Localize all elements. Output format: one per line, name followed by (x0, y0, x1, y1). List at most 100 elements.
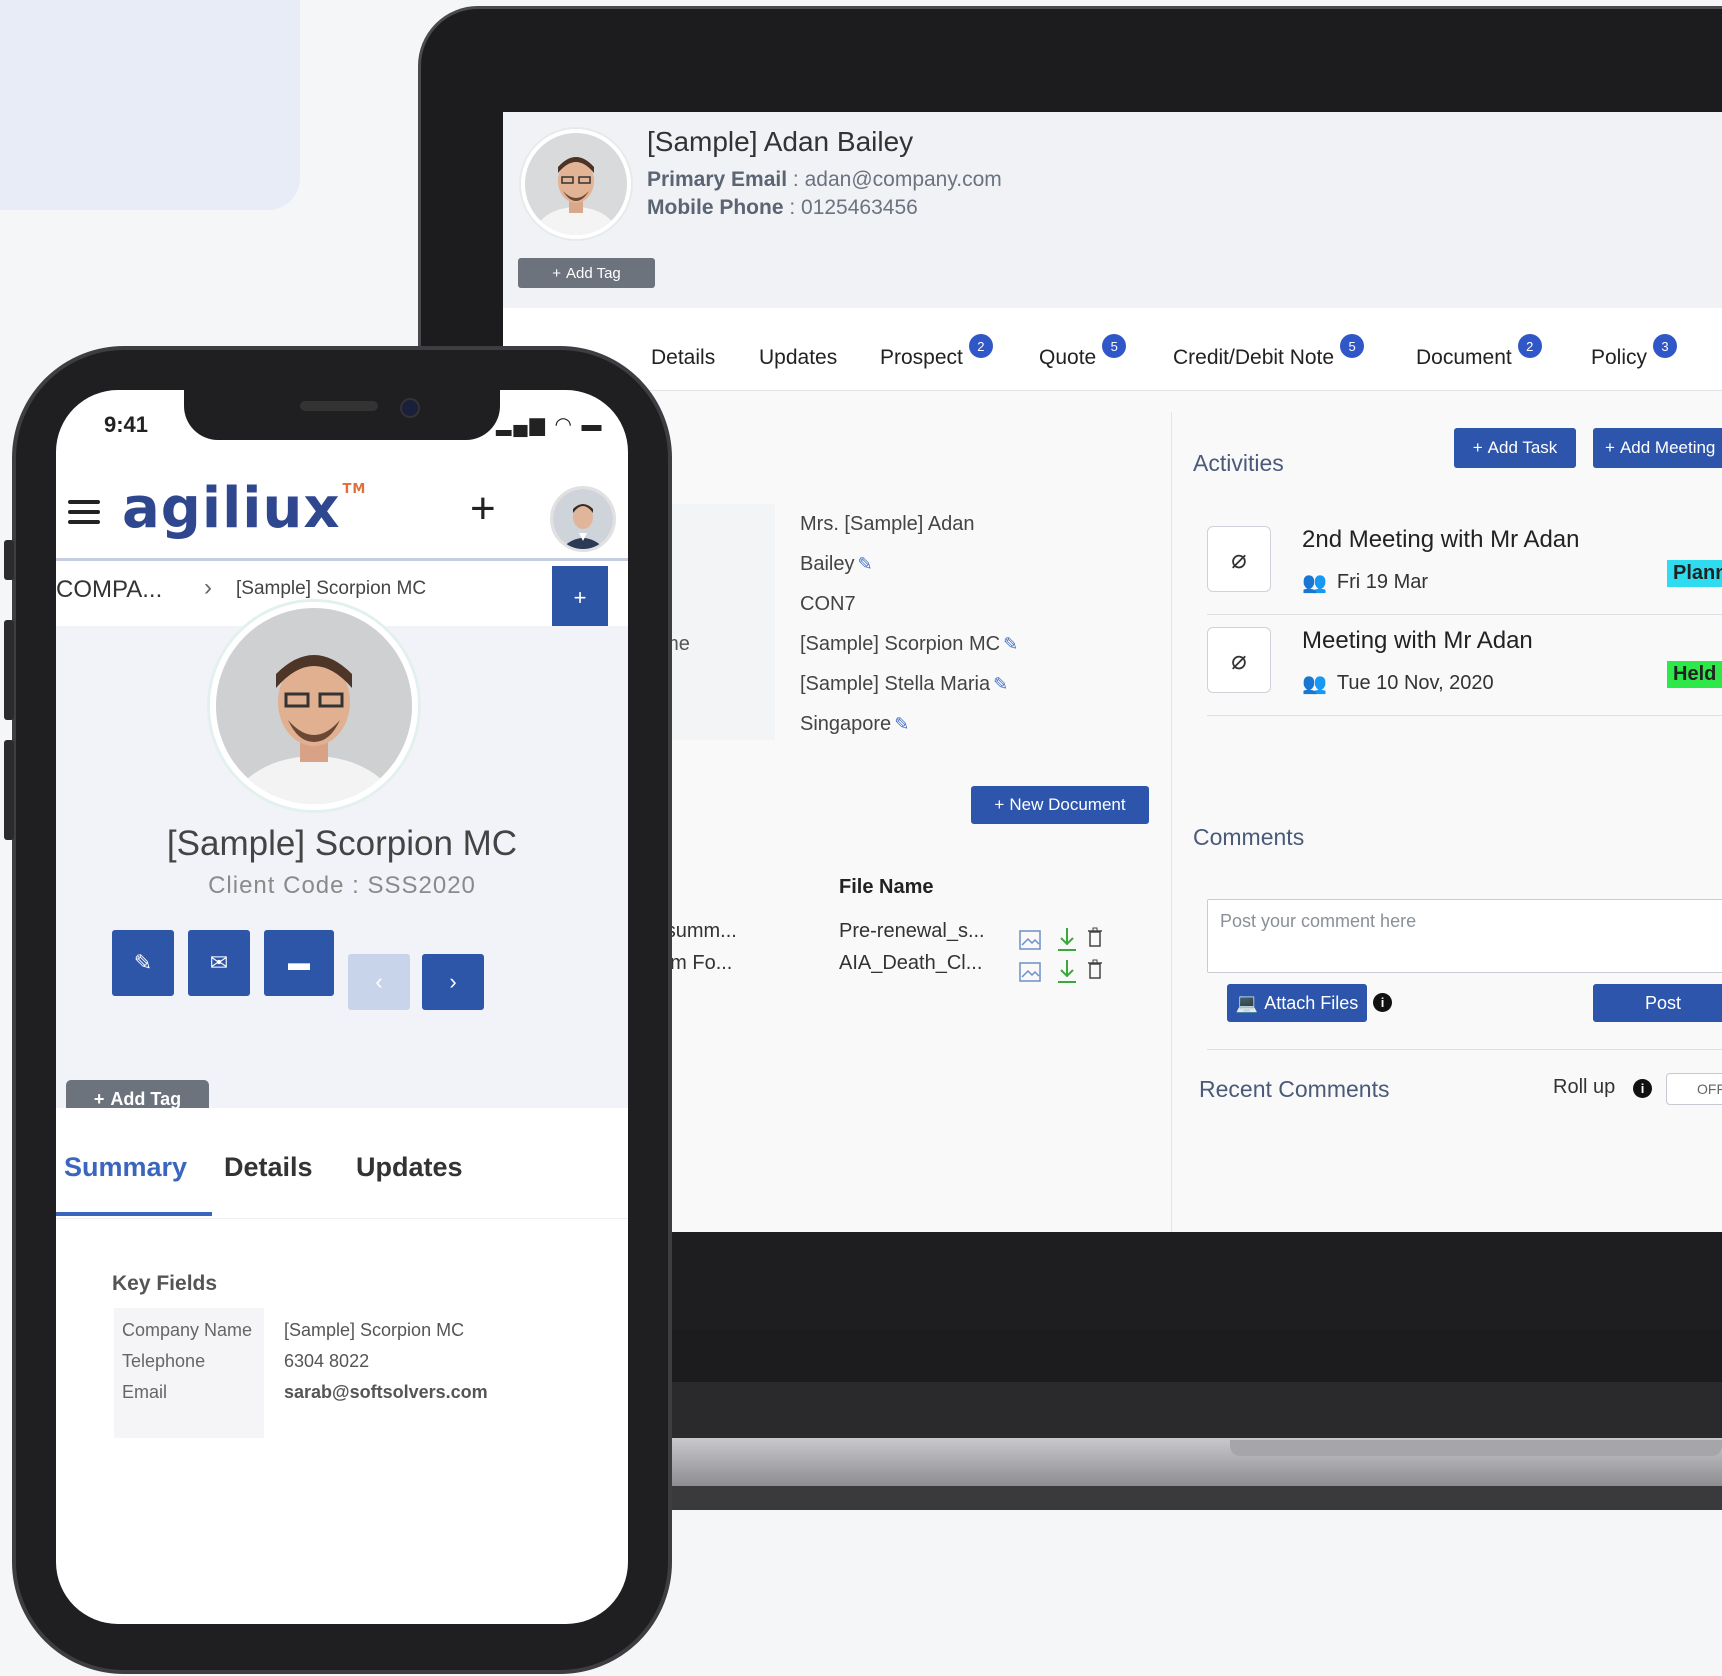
edit-pencil-icon[interactable]: ✎ (1003, 634, 1018, 654)
speaker-grille (300, 401, 378, 411)
phone-top-bar: agiliux TM + (56, 448, 628, 561)
status-badge: Held (1667, 661, 1722, 688)
phone-side-button (4, 740, 14, 840)
paperclip-icon: ⌀ (1207, 627, 1271, 693)
user-avatar[interactable] (550, 486, 616, 552)
info-icon[interactable]: i (1373, 993, 1392, 1012)
tab-badge: 3 (1653, 334, 1678, 358)
tab-policy[interactable]: Policy 3 (1591, 334, 1678, 370)
tab-badge: 5 (1102, 334, 1127, 358)
add-icon[interactable]: + (470, 484, 496, 534)
activity-item[interactable]: ⌀ Meeting with Mr Adan 👥 Tue 10 Nov, 2020… (1207, 617, 1722, 716)
email-button[interactable]: ✉ (188, 930, 250, 996)
key-field-label: Email (122, 1382, 168, 1402)
rollup-toggle[interactable]: OFF (1666, 1073, 1722, 1105)
file-name-header: File Name (839, 876, 934, 898)
image-preview-icon[interactable] (1019, 962, 1041, 987)
field-value-last-name: Bailey ✎ (800, 553, 873, 575)
edit-pencil-icon[interactable]: ✎ (857, 554, 872, 574)
primary-email: Primary Email : adan@company.com (647, 168, 1002, 191)
tab-document[interactable]: Document 2 (1416, 334, 1542, 370)
chevron-right-icon: › (449, 969, 457, 994)
edit-button[interactable]: ✎ (112, 930, 174, 996)
phone-side-button (4, 540, 14, 580)
add-button[interactable]: + (552, 566, 608, 630)
plus-icon: + (552, 264, 561, 282)
phone-value: 0125463456 (801, 196, 918, 219)
activity-item[interactable]: ⌀ 2nd Meeting with Mr Adan 👥 Fri 19 Mar P… (1207, 516, 1722, 615)
pencil-icon: ✎ (133, 950, 153, 975)
add-meeting-button[interactable]: + Add Meeting (1593, 428, 1722, 468)
tab-updates[interactable]: Updates (356, 1152, 463, 1183)
doc-file-name[interactable]: AIA_Death_Cl... (839, 952, 982, 975)
plus-icon: + (1605, 438, 1615, 457)
edit-pencil-icon[interactable]: ✎ (993, 674, 1008, 694)
new-document-button[interactable]: + New Document (971, 786, 1149, 824)
key-field-value: [Sample] Scorpion MC (284, 1320, 465, 1340)
people-icon: 👥 (1302, 673, 1327, 695)
attach-files-button[interactable]: 💻 Attach Files (1227, 984, 1367, 1022)
doc-file-name[interactable]: Pre-renewal_s... (839, 920, 985, 943)
tab-badge: 2 (968, 334, 993, 358)
field-value-country: Singapore ✎ (800, 713, 910, 735)
people-icon: 👥 (1302, 572, 1327, 594)
divider (1207, 1049, 1722, 1050)
paperclip-icon: ⌀ (1207, 526, 1271, 592)
laptop-screen: [Sample] Adan Bailey Primary Email : ada… (503, 112, 1722, 1330)
client-code: Client Code : SSS2020 (208, 872, 476, 899)
trash-icon[interactable] (1087, 959, 1103, 984)
add-task-button[interactable]: + Add Task (1454, 428, 1576, 468)
contact-avatar (521, 129, 631, 239)
plus-icon: + (93, 1088, 105, 1109)
company-name: [Sample] Scorpion MC (166, 824, 518, 863)
previous-button[interactable]: ‹ (348, 954, 410, 1010)
plus-icon: + (994, 795, 1005, 814)
tab-details[interactable]: Details (224, 1152, 313, 1183)
laptop-hinge (1230, 1440, 1722, 1456)
edit-pencil-icon[interactable]: ✎ (894, 714, 909, 734)
post-button[interactable]: Post (1593, 984, 1722, 1022)
camera-icon (400, 398, 420, 418)
company-photo (210, 602, 418, 810)
tab-summary[interactable]: Summary (64, 1152, 187, 1183)
chat-icon: ▬ (288, 950, 310, 975)
add-tag-button[interactable]: + Add Tag (518, 258, 655, 288)
field-value-assigned-to: [Sample] Stella Maria ✎ (800, 673, 1009, 695)
activities-title: Activities (1193, 450, 1284, 476)
background-card (0, 0, 300, 210)
tab-quote[interactable]: Quote 5 (1039, 334, 1127, 370)
message-button[interactable]: ▬ (264, 930, 334, 996)
tab-details[interactable]: Details (651, 346, 715, 370)
tab-prospect[interactable]: Prospect 2 (880, 334, 993, 370)
trash-icon[interactable] (1087, 927, 1103, 952)
key-field-value[interactable]: sarab@softsolvers.com (284, 1382, 488, 1403)
field-value-company: [Sample] Scorpion MC ✎ (800, 633, 1019, 655)
next-button[interactable]: › (422, 954, 484, 1010)
comment-box (1207, 899, 1722, 973)
active-tab-indicator (56, 1212, 212, 1216)
hamburger-menu-icon[interactable] (68, 500, 100, 530)
download-icon[interactable] (1056, 958, 1078, 989)
info-icon[interactable]: i (1633, 1079, 1652, 1098)
contact-name: [Sample] Adan Bailey (647, 126, 914, 157)
field-value-id: CON7 (800, 593, 856, 615)
signal-wifi-battery-icons: ▂▄▆ ◠ ▬ (496, 414, 604, 436)
key-field-value: 6304 8022 (284, 1351, 370, 1371)
breadcrumb-root[interactable]: COMPA... (56, 576, 162, 604)
tab-updates[interactable]: Updates (759, 346, 837, 370)
chevron-left-icon: ‹ (375, 969, 383, 994)
tab-credit-debit-note[interactable]: Credit/Debit Note 5 (1173, 334, 1365, 370)
recent-comments-title: Recent Comments (1199, 1076, 1390, 1102)
column-divider (1171, 412, 1172, 1244)
tab-badge: 5 (1340, 334, 1365, 358)
laptop-icon: 💻 (1235, 992, 1259, 1013)
download-icon[interactable] (1056, 926, 1078, 957)
field-value-salutation: Mrs. [Sample] Adan (800, 513, 975, 535)
tab-badge: 2 (1517, 334, 1542, 358)
comment-input[interactable] (1218, 910, 1708, 933)
key-field-label: Company Name (122, 1320, 253, 1340)
image-preview-icon[interactable] (1019, 930, 1041, 955)
activity-date: 👥 Tue 10 Nov, 2020 (1302, 672, 1494, 695)
comments-title: Comments (1193, 824, 1305, 850)
phone-screen: 9:41 ▂▄▆ ◠ ▬ agiliux TM + COMPA... › [Sam… (56, 390, 628, 1624)
